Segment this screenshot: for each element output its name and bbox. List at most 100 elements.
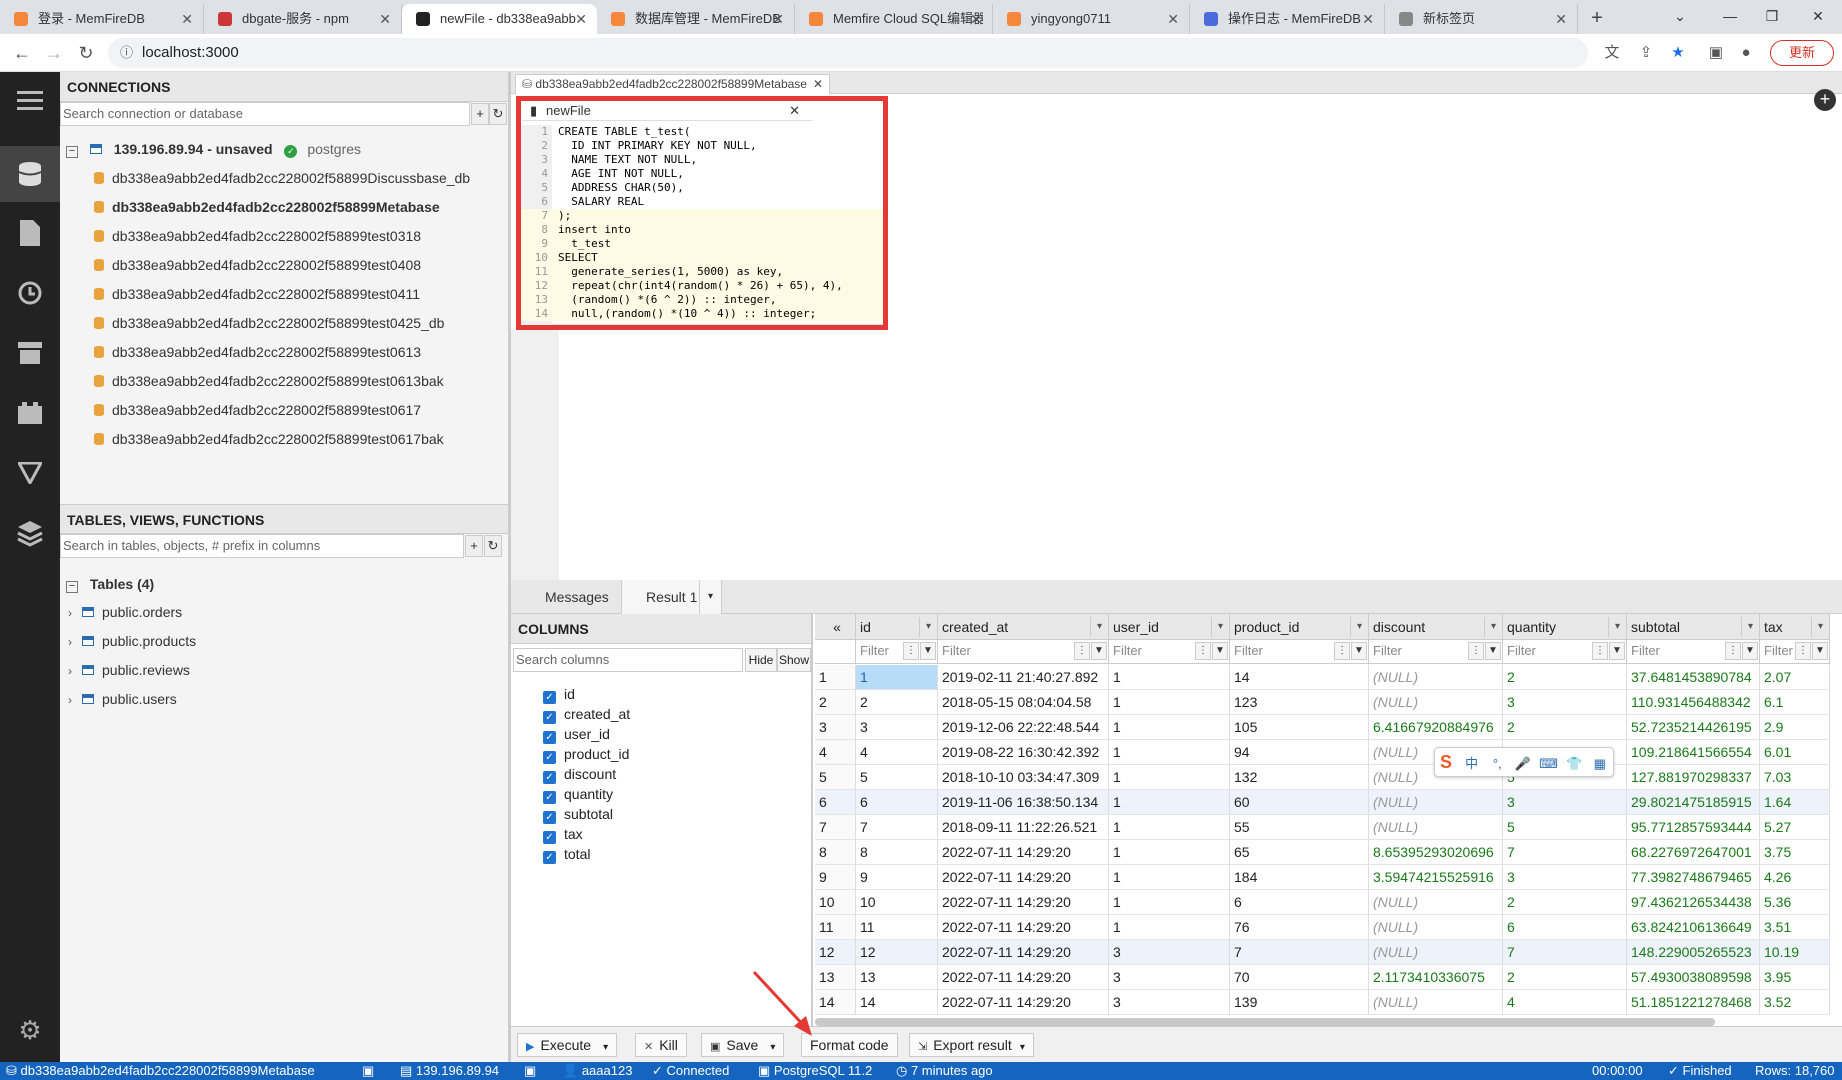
table-cell[interactable]: 6.01 — [1760, 740, 1830, 765]
database-item[interactable]: db338ea9abb2ed4fadb2cc228002f58899test06… — [94, 338, 421, 367]
close-icon[interactable]: ✕ — [1167, 4, 1179, 34]
database-item[interactable]: db338ea9abb2ed4fadb2cc228002f58899Metaba… — [94, 193, 440, 222]
history-icon[interactable] — [0, 265, 60, 321]
archive-icon[interactable] — [0, 325, 60, 381]
chevron-down-icon[interactable]: ▾ — [1741, 617, 1759, 637]
ime-punctuation-toggle[interactable]: °, — [1486, 750, 1508, 778]
close-icon[interactable]: ✕ — [772, 4, 784, 34]
browser-tab[interactable]: Memfire Cloud SQL编辑器 ✕ — [795, 4, 993, 34]
object-search-input[interactable]: Search in tables, objects, # prefix in c… — [60, 534, 464, 558]
kill-button[interactable]: ✕ Kill — [635, 1033, 687, 1057]
chevron-right-icon[interactable]: › — [68, 657, 82, 686]
filter-funnel-icon[interactable]: ▼ — [1485, 642, 1501, 660]
table-cell[interactable]: 6 — [1503, 915, 1627, 940]
table-cell[interactable]: 2018-10-10 03:34:47.309 — [938, 765, 1109, 790]
table-cell[interactable]: 109.218641566554 — [1627, 740, 1760, 765]
table-cell[interactable]: 1 — [1109, 890, 1230, 915]
checkbox-checked-icon[interactable]: ✓ — [543, 851, 556, 864]
table-cell[interactable]: 2018-05-15 08:04:04.58 — [938, 690, 1109, 715]
table-cell[interactable]: 3.52 — [1760, 990, 1830, 1015]
execute-button[interactable]: ▶ Execute ▾ — [517, 1033, 618, 1057]
microphone-icon[interactable]: 🎤 — [1512, 750, 1534, 778]
table-cell[interactable]: 65 — [1230, 840, 1369, 865]
editor-empty-area[interactable] — [559, 330, 1842, 580]
show-columns-button[interactable]: Show — [777, 648, 811, 672]
column-header[interactable]: discount ▾ — [1369, 614, 1503, 640]
table-cell[interactable]: 4 — [1503, 990, 1627, 1015]
table-cell[interactable]: (NULL) — [1369, 815, 1503, 840]
add-tab-icon[interactable]: + — [1814, 89, 1836, 111]
minimize-icon[interactable]: — — [1710, 4, 1750, 28]
settings-gear-icon[interactable]: ⚙ — [0, 1010, 60, 1050]
table-cell[interactable]: 2022-07-11 14:29:20 — [938, 940, 1109, 965]
column-header[interactable]: created_at ▾ — [938, 614, 1109, 640]
table-cell[interactable]: (NULL) — [1369, 940, 1503, 965]
table-cell[interactable]: 2022-07-11 14:29:20 — [938, 890, 1109, 915]
table-cell[interactable]: (NULL) — [1369, 990, 1503, 1015]
filter-funnel-icon[interactable]: ▼ — [1212, 642, 1228, 660]
database-item[interactable]: db338ea9abb2ed4fadb2cc228002f58899test06… — [94, 396, 421, 425]
table-cell[interactable]: (NULL) — [1369, 890, 1503, 915]
table-cell[interactable]: 7 — [1503, 840, 1627, 865]
column-search-input[interactable]: Search columns — [513, 648, 743, 672]
bookmark-star-icon[interactable]: ★ — [1668, 43, 1688, 63]
checkbox-checked-icon[interactable]: ✓ — [543, 751, 556, 764]
collapse-icon[interactable]: − — [66, 146, 78, 158]
table-cell[interactable]: (NULL) — [1369, 665, 1503, 690]
browser-tab[interactable]: dbgate-服务 - npm ✕ — [204, 4, 402, 34]
table-cell[interactable]: 1 — [1109, 765, 1230, 790]
hide-columns-button[interactable]: Hide — [745, 648, 777, 672]
filter-funnel-icon[interactable]: ▼ — [1091, 642, 1107, 660]
database-item[interactable]: db338ea9abb2ed4fadb2cc228002f58899Discus… — [94, 164, 470, 193]
table-item[interactable]: › public.orders — [68, 598, 182, 627]
column-header[interactable]: user_id ▾ — [1109, 614, 1230, 640]
table-cell[interactable]: 13 — [856, 965, 938, 990]
table-cell[interactable]: 8 — [856, 840, 938, 865]
close-icon[interactable]: ✕ — [813, 77, 823, 91]
filter-input[interactable]: Filter ⋮ ▼ — [938, 640, 1109, 664]
tab-messages[interactable]: Messages — [521, 580, 633, 614]
chevron-right-icon[interactable]: › — [68, 628, 82, 657]
database-item[interactable]: db338ea9abb2ed4fadb2cc228002f58899test04… — [94, 309, 444, 338]
table-cell[interactable]: 1 — [1109, 865, 1230, 890]
checkbox-checked-icon[interactable]: ✓ — [543, 811, 556, 824]
chevron-right-icon[interactable]: › — [68, 686, 82, 715]
table-cell[interactable]: 14 — [1230, 665, 1369, 690]
table-cell[interactable]: 5 — [856, 765, 938, 790]
chevron-down-icon[interactable]: ▾ — [699, 580, 721, 614]
table-cell[interactable]: 2019-02-11 21:40:27.892 — [938, 665, 1109, 690]
keyboard-icon[interactable]: ⌨ — [1538, 750, 1560, 778]
table-cell[interactable]: 2022-07-11 14:29:20 — [938, 965, 1109, 990]
table-cell[interactable]: (NULL) — [1369, 690, 1503, 715]
add-object-button[interactable]: + — [465, 535, 483, 557]
filter-funnel-icon[interactable]: ▼ — [1812, 642, 1828, 660]
table-cell[interactable]: 2022-07-11 14:29:20 — [938, 990, 1109, 1015]
add-connection-button[interactable]: + — [471, 103, 489, 125]
table-cell[interactable]: 7 — [1503, 940, 1627, 965]
table-cell[interactable]: 2019-08-22 16:30:42.392 — [938, 740, 1109, 765]
translate-icon[interactable]: 文 — [1602, 43, 1622, 63]
chevron-down-icon[interactable]: ▾ — [770, 1042, 775, 1053]
filter-input[interactable]: Filter ⋮ ▼ — [1503, 640, 1627, 664]
table-cell[interactable]: 1 — [1109, 665, 1230, 690]
table-cell[interactable]: 6 — [1230, 890, 1369, 915]
column-toggle[interactable]: ✓ product_id — [543, 744, 629, 764]
table-cell[interactable]: 51.1851221278468 — [1627, 990, 1760, 1015]
table-cell[interactable]: 94 — [1230, 740, 1369, 765]
table-cell[interactable]: 6.1 — [1760, 690, 1830, 715]
table-cell[interactable]: 3 — [1503, 865, 1627, 890]
database-item[interactable]: db338ea9abb2ed4fadb2cc228002f58899test06… — [94, 425, 444, 454]
table-cell[interactable]: 2022-07-11 14:29:20 — [938, 915, 1109, 940]
table-cell[interactable]: 11 — [856, 915, 938, 940]
table-cell[interactable]: 123 — [1230, 690, 1369, 715]
table-cell[interactable]: 110.931456488342 — [1627, 690, 1760, 715]
chevron-down-icon[interactable]: ▾ — [919, 617, 937, 637]
table-cell[interactable]: 7.03 — [1760, 765, 1830, 790]
table-cell[interactable]: 184 — [1230, 865, 1369, 890]
table-cell[interactable]: 105 — [1230, 715, 1369, 740]
column-toggle[interactable]: ✓ user_id — [543, 724, 610, 744]
filter-options-icon[interactable]: ⋮ — [903, 642, 919, 660]
table-cell[interactable]: 60 — [1230, 790, 1369, 815]
column-toggle[interactable]: ✓ subtotal — [543, 804, 613, 824]
table-cell[interactable]: 4.26 — [1760, 865, 1830, 890]
